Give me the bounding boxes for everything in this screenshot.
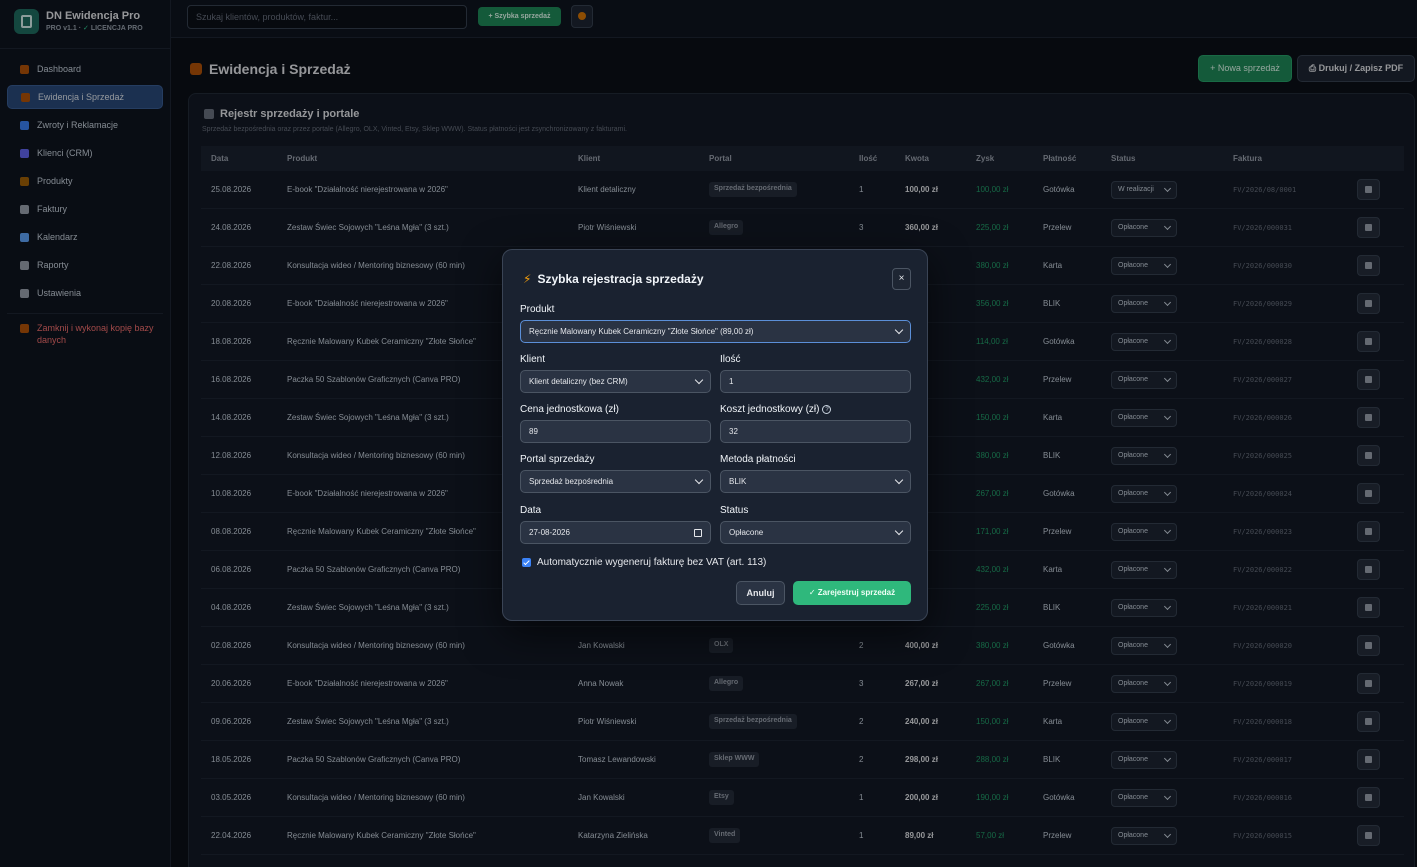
auto-invoice-checkbox[interactable]: Automatycznie wygeneruj fakturę bez VAT … — [522, 557, 766, 568]
qty-label: Ilość — [720, 354, 741, 365]
status-select[interactable]: Opłacone — [720, 521, 911, 544]
client-select[interactable]: Klient detaliczny (bez CRM) — [520, 370, 711, 393]
close-button[interactable]: × — [892, 268, 911, 290]
client-label: Klient — [520, 354, 546, 365]
price-label: Cena jednostkowa (zł) — [520, 404, 619, 415]
help-icon[interactable]: ? — [822, 405, 832, 414]
product-select[interactable]: Ręcznie Malowany Kubek Ceramiczny "Złote… — [520, 320, 911, 343]
payment-select[interactable]: BLIK — [720, 470, 911, 493]
portal-label: Portal sprzedaży — [520, 454, 595, 465]
date-input[interactable]: 27-08-2026 — [520, 521, 711, 544]
qty-input[interactable]: 1 — [720, 370, 911, 393]
date-label: Data — [520, 505, 542, 516]
submit-sale-button[interactable]: ✓ Zarejestruj sprzedaż — [793, 581, 911, 605]
price-input[interactable]: 89 — [520, 420, 711, 443]
cost-input[interactable]: 32 — [720, 420, 911, 443]
checkbox-checked-icon[interactable] — [522, 558, 531, 567]
portal-select[interactable]: Sprzedaż bezpośrednia — [520, 470, 711, 493]
payment-label: Metoda płatności — [720, 454, 796, 465]
quick-sale-modal: ⚡ Szybka rejestracja sprzedaży × Produkt… — [502, 249, 928, 621]
status-label: Status — [720, 505, 749, 516]
modal-title: ⚡ Szybka rejestracja sprzedaży — [523, 272, 704, 286]
lightning-icon: ⚡ — [523, 272, 532, 286]
cancel-button[interactable]: Anuluj — [736, 581, 785, 605]
cost-label: Koszt jednostkowy (zł)? — [720, 404, 832, 415]
product-label: Produkt — [520, 304, 555, 315]
